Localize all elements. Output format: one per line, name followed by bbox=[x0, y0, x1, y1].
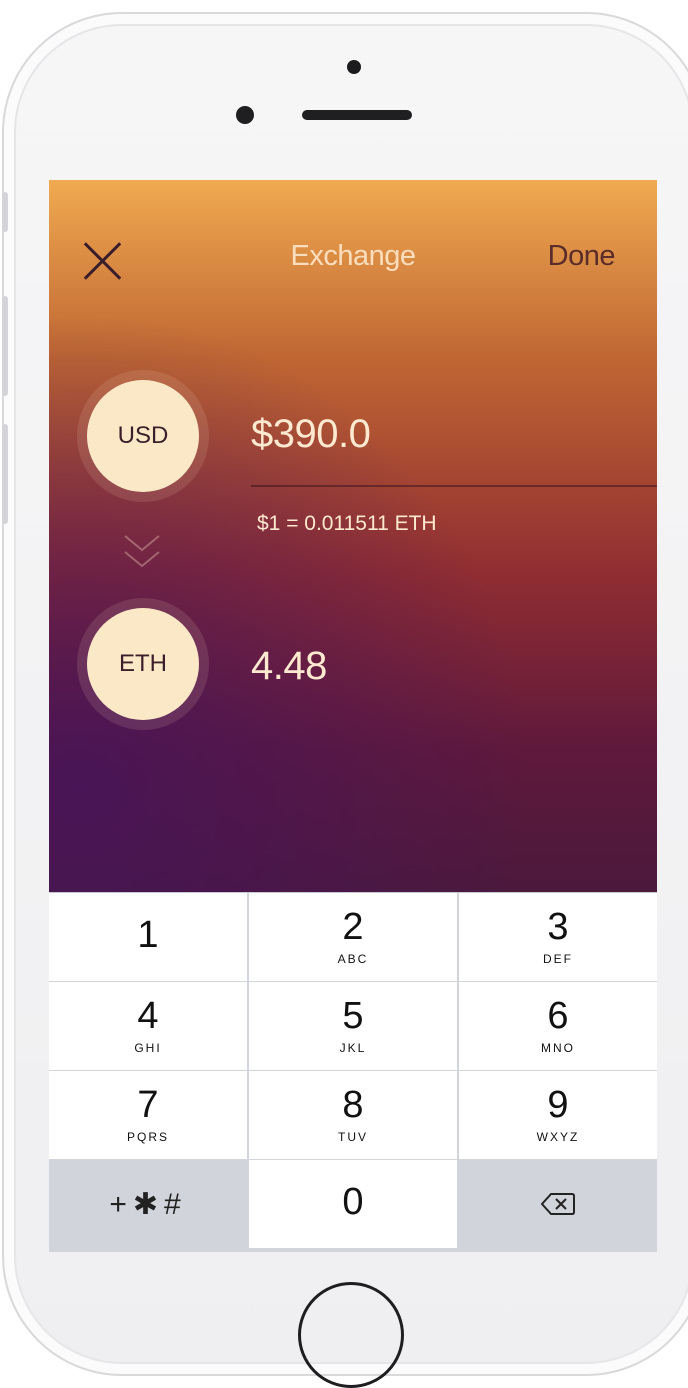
key-7[interactable]: 7 PQRS bbox=[49, 1071, 247, 1159]
key-digit: 8 bbox=[342, 1084, 364, 1126]
key-9[interactable]: 9 WXYZ bbox=[459, 1071, 657, 1159]
key-3[interactable]: 3 DEF bbox=[459, 893, 657, 981]
exchange-rate: $1 = 0.011511 ETH bbox=[257, 512, 437, 535]
key-letters: MNO bbox=[541, 1041, 575, 1055]
key-4[interactable]: 4 GHI bbox=[49, 982, 247, 1070]
key-backspace[interactable] bbox=[459, 1160, 657, 1248]
to-currency-label: ETH bbox=[119, 650, 167, 677]
exchange-screen: Exchange Done USD $390.0 $1 = 0.011511 E… bbox=[49, 180, 657, 892]
key-6[interactable]: 6 MNO bbox=[459, 982, 657, 1070]
to-amount-value: 4.48 bbox=[251, 644, 327, 688]
key-digit: 9 bbox=[547, 1084, 569, 1126]
key-letters: DEF bbox=[543, 952, 573, 966]
key-symbols[interactable]: +✱# bbox=[49, 1160, 247, 1248]
numeric-keypad: 1 2 ABC 3 DEF 4 GHI 5 JKL 6 MNO 7 PQRS 8… bbox=[49, 892, 657, 1252]
key-letters: WXYZ bbox=[536, 1130, 580, 1144]
to-currency-badge[interactable]: ETH bbox=[87, 608, 199, 720]
key-digit: 2 bbox=[342, 906, 364, 948]
key-digit: 5 bbox=[342, 995, 364, 1037]
done-button[interactable]: Done bbox=[548, 240, 616, 273]
key-8[interactable]: 8 TUV bbox=[249, 1071, 457, 1159]
mute-switch bbox=[2, 192, 8, 232]
key-letters: ABC bbox=[337, 952, 369, 966]
phone-screen: Exchange Done USD $390.0 $1 = 0.011511 E… bbox=[49, 180, 657, 1252]
key-digit: 0 bbox=[342, 1181, 364, 1223]
from-currency-badge[interactable]: USD bbox=[87, 380, 199, 492]
key-digit: 1 bbox=[137, 914, 159, 956]
earpiece-speaker bbox=[302, 110, 412, 120]
key-digit: 6 bbox=[547, 995, 569, 1037]
home-button[interactable] bbox=[298, 1282, 404, 1388]
symbols-label: +✱# bbox=[109, 1187, 187, 1221]
key-5[interactable]: 5 JKL bbox=[249, 982, 457, 1070]
key-1[interactable]: 1 bbox=[49, 893, 247, 981]
proximity-sensor bbox=[347, 60, 361, 74]
delete-backspace-icon bbox=[541, 1193, 575, 1215]
from-amount-input[interactable]: $390.0 bbox=[251, 412, 371, 457]
key-letters: TUV bbox=[338, 1130, 368, 1144]
volume-up-button bbox=[2, 296, 8, 396]
chevron-double-down-icon bbox=[119, 530, 165, 576]
amount-divider bbox=[251, 485, 657, 487]
key-letters: GHI bbox=[134, 1041, 162, 1055]
front-camera bbox=[236, 106, 254, 124]
key-letters: JKL bbox=[339, 1041, 367, 1055]
volume-down-button bbox=[2, 424, 8, 524]
key-letters: PQRS bbox=[126, 1130, 169, 1144]
key-digit: 3 bbox=[547, 906, 569, 948]
key-2[interactable]: 2 ABC bbox=[249, 893, 457, 981]
key-digit: 7 bbox=[137, 1084, 159, 1126]
key-digit: 4 bbox=[137, 995, 159, 1037]
from-currency-label: USD bbox=[117, 422, 169, 449]
key-0[interactable]: 0 bbox=[249, 1160, 457, 1248]
